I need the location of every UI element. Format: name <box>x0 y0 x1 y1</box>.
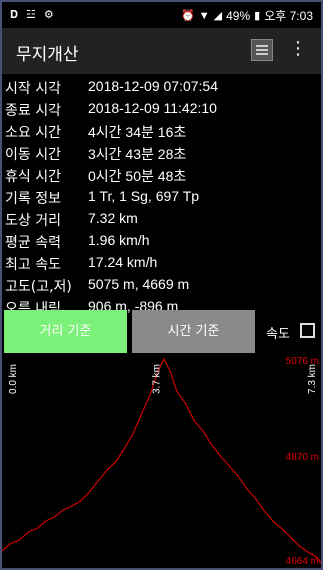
info-value: 3시간 43분 28초 <box>88 146 187 162</box>
elevation-point <box>53 516 56 518</box>
info-value: 1 Tr, 1 Sg, 697 Tp <box>88 188 200 204</box>
info-value: 17.24 km/h <box>88 254 158 270</box>
time-mode-button[interactable]: 시간 기준 <box>132 310 255 353</box>
elevation-point <box>80 500 82 502</box>
info-value: 5075 m, 4669 m <box>88 276 190 292</box>
info-label: 휴식 시간 <box>5 169 61 185</box>
app-title: 무지개산 <box>16 45 79 65</box>
wifi-icon: ▼ <box>198 9 210 22</box>
info-label: 최고 속도 <box>5 257 61 273</box>
elevation-point <box>298 545 300 547</box>
info-label: 고도(고,저) <box>5 279 72 295</box>
elevation-point <box>211 444 213 446</box>
info-row: 기록 정보 1 Tr, 1 Sg, 697 Tp <box>2 186 321 208</box>
status-right: ⏰ ▼ ◢ 49% ▮ 오후 7:03 <box>181 7 313 24</box>
elevation-point <box>62 509 64 511</box>
elevation-point <box>193 420 195 422</box>
elevation-point <box>163 358 165 360</box>
elevation-point <box>263 510 265 512</box>
info-value: 7.32 km <box>88 210 138 226</box>
elevation-point <box>141 412 143 415</box>
elevation-point <box>97 480 99 482</box>
elevation-point <box>289 536 292 538</box>
elevation-point <box>132 432 134 435</box>
info-row: 고도(고,저) 5075 m, 4669 m <box>2 274 321 296</box>
elevation-point <box>176 390 178 392</box>
elevation-point <box>281 527 283 530</box>
x-tick-label: 7.3 km <box>307 364 318 394</box>
status-time: 오후 7:03 <box>264 9 313 23</box>
usb-icon: ☳ <box>25 8 36 21</box>
elevation-point <box>27 531 29 533</box>
elevation-point <box>237 475 239 477</box>
elevation-point <box>10 542 12 545</box>
info-value: 1.96 km/h <box>88 232 150 248</box>
x-tick-label: 3.7 km <box>152 364 163 394</box>
elevation-point <box>202 430 204 432</box>
info-value: 2018-12-09 11:42:10 <box>88 100 217 116</box>
info-row: 평균 속력 1.96 km/h <box>2 230 321 252</box>
y-tick-label: 4870 m <box>286 452 319 463</box>
info-label: 도상 거리 <box>5 213 61 229</box>
battery-percent: 49% <box>226 8 251 23</box>
elevation-point <box>307 551 309 553</box>
elevation-point <box>88 491 90 493</box>
elevation-point <box>36 527 38 530</box>
info-row: 시작 시각 2018-12-09 07:07:54 <box>2 76 321 98</box>
elevation-point <box>18 539 21 541</box>
info-row: 도상 거리 7.32 km <box>2 208 321 230</box>
elevation-chart-svg: 5076 m4870 m4664 m0.0 km 3.7 km 7.3 km <box>2 356 321 567</box>
info-row: 종료 시각 2018-12-09 11:42:10 <box>2 98 321 120</box>
elevation-point <box>254 497 257 500</box>
elevation-point <box>71 505 73 507</box>
sync-icon: 𝐃 <box>10 8 18 21</box>
info-label: 소요 시간 <box>5 125 61 141</box>
elevation-point <box>169 370 171 372</box>
elevation-point <box>246 487 248 490</box>
y-tick-label: 4664 m <box>286 556 319 567</box>
info-label: 이동 시간 <box>5 147 61 163</box>
elevation-point <box>228 465 230 467</box>
info-row: 최고 속도 17.24 km/h <box>2 252 321 274</box>
elevation-point <box>219 455 222 457</box>
distance-mode-button[interactable]: 거리 기준 <box>4 310 127 353</box>
mode-button-row: 거리 기준 시간 기준 속도 <box>2 310 321 354</box>
info-value: 4시간 34분 16초 <box>88 124 187 140</box>
alarm-icon: ⏰ <box>181 10 195 22</box>
status-bar: 𝐃 ☳ ⚙ ⏰ ▼ ◢ 49% ▮ 오후 7:03 <box>2 2 321 28</box>
track-info: 시작 시각 2018-12-09 07:07:54 종료 시각 2018-12-09 … <box>2 76 321 318</box>
info-row: 이동 시간 3시간 43분 28초 <box>2 142 321 164</box>
android-debug-icon: ⚙ <box>43 8 54 21</box>
elevation-point <box>106 469 108 471</box>
elevation-point <box>272 520 274 522</box>
info-label: 종료 시각 <box>5 103 61 119</box>
elevation-chart: 5076 m 4870 m 4664 m 0.0 km 3.7 km 7.3 km <box>2 354 321 568</box>
info-value: 2018-12-09 07:07:54 <box>88 78 218 94</box>
speed-checkbox[interactable] <box>300 323 315 338</box>
info-value: 0시간 50분 48초 <box>88 168 187 184</box>
info-row: 휴식 시간 0시간 50분 48초 <box>2 164 321 186</box>
app-bar: 무지개산 ⋮ <box>2 28 321 74</box>
x-tick-label: 0.0 km <box>8 364 19 394</box>
info-label: 기록 정보 <box>5 191 61 207</box>
speed-label: 속도 <box>266 327 290 342</box>
info-label: 평균 속력 <box>5 235 61 251</box>
list-menu-icon[interactable] <box>251 39 273 61</box>
elevation-point <box>123 447 125 450</box>
elevation-point <box>115 461 117 463</box>
info-row: 소요 시간 4시간 34분 16초 <box>2 120 321 142</box>
status-left-icons: 𝐃 ☳ ⚙ <box>10 8 54 22</box>
elevation-point <box>184 402 187 405</box>
battery-icon: ▮ <box>254 10 261 22</box>
overflow-menu-icon[interactable]: ⋮ <box>289 40 307 58</box>
phone-frame: 𝐃 ☳ ⚙ ⏰ ▼ ◢ 49% ▮ 오후 7:03 무지개산 ⋮ 시작 시각 20… <box>0 0 323 570</box>
elevation-point <box>45 520 47 522</box>
signal-icon: ◢ <box>213 10 223 22</box>
info-label: 시작 시각 <box>5 81 61 97</box>
